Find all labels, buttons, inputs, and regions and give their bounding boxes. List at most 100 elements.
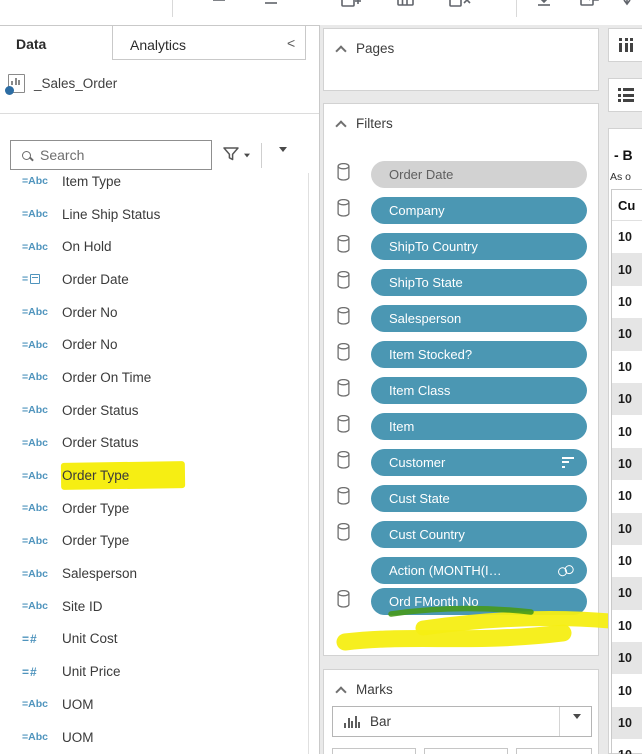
field-row[interactable]: =AbcOrder On Time	[0, 361, 308, 394]
toolbar-button-1[interactable]	[210, 0, 232, 9]
tab-analytics[interactable]: Analytics	[130, 37, 186, 53]
calc-string-icon: =Abc	[22, 241, 62, 253]
calc-string-icon: =Abc	[22, 339, 62, 351]
marks-property-button[interactable]	[332, 748, 416, 754]
table-row[interactable]: 10	[612, 253, 642, 285]
field-label: UOM	[62, 730, 94, 745]
calc-string-icon: =Abc	[22, 371, 62, 383]
pages-title: Pages	[356, 41, 394, 56]
filter-pill[interactable]: Ord FMonth No	[371, 588, 587, 615]
datasource-row[interactable]: _Sales_Order	[8, 74, 117, 93]
field-row[interactable]: =AbcSalesperson	[0, 557, 308, 590]
field-row[interactable]: =AbcOn Hold	[0, 230, 308, 263]
calc-string-icon: =Abc	[22, 404, 62, 416]
table-row[interactable]: 10	[612, 707, 642, 739]
collapse-chevron-icon[interactable]	[335, 45, 346, 56]
tableau-workspace: Data Analytics < _Sales_Order =AbcIt	[0, 0, 642, 754]
field-row[interactable]: =AbcOrder No	[0, 296, 308, 329]
field-row[interactable]: =#Unit Cost	[0, 623, 308, 656]
field-row[interactable]: =#Unit Price	[0, 655, 308, 688]
calc-string-icon: =Abc	[22, 175, 62, 187]
filter-pill[interactable]: Item	[371, 413, 587, 440]
collapse-chevron-icon[interactable]	[335, 120, 346, 131]
filter-pill[interactable]: Cust State	[371, 485, 587, 512]
filter-pill[interactable]: Item Class	[371, 377, 587, 404]
toolbar-button-6[interactable]	[536, 0, 554, 9]
field-row[interactable]: =AbcOrder Status	[0, 427, 308, 460]
filter-pill-label: ShipTo State	[389, 275, 575, 290]
filter-pill[interactable]: Salesperson	[371, 305, 587, 332]
filter-pill-label: ShipTo Country	[389, 239, 575, 254]
table-row[interactable]: 10	[612, 739, 642, 754]
field-label: Order Status	[62, 403, 139, 418]
table-row[interactable]: 10	[612, 286, 642, 318]
tab-data[interactable]: Data	[16, 36, 46, 52]
table-row[interactable]: 10	[612, 480, 642, 512]
filter-pill[interactable]: Order Date	[371, 161, 587, 188]
filter-pill[interactable]: Company	[371, 197, 587, 224]
chevron-down-icon	[573, 719, 581, 737]
table-row[interactable]: 10	[612, 318, 642, 350]
marks-property-button[interactable]	[424, 748, 508, 754]
collapse-pane-icon[interactable]: <	[287, 35, 295, 51]
calc-string-icon: =Abc	[22, 535, 62, 547]
search-box[interactable]	[10, 140, 212, 170]
field-row[interactable]: =AbcSite ID	[0, 590, 308, 623]
table-column-header[interactable]: Cu	[612, 189, 642, 221]
table-row[interactable]: 10	[612, 383, 642, 415]
table-row[interactable]: 10	[612, 513, 642, 545]
filter-pill[interactable]: ShipTo Country	[371, 233, 587, 260]
columns-shelf[interactable]	[608, 28, 642, 62]
marks-title: Marks	[356, 682, 393, 697]
filter-pill-row: Cust Country	[324, 521, 598, 548]
marks-property-button[interactable]	[516, 748, 592, 754]
filter-pill[interactable]: Cust Country	[371, 521, 587, 548]
field-label: Order Type	[62, 533, 129, 548]
datasource-cylinder-icon	[337, 487, 352, 510]
table-row[interactable]: 10	[612, 415, 642, 447]
field-row[interactable]: =AbcOrder No	[0, 328, 308, 361]
field-row[interactable]: =AbcItem Type	[0, 173, 308, 198]
mark-type-dropdown[interactable]: Bar	[332, 706, 592, 737]
toolbar-button-5[interactable]	[448, 0, 472, 9]
field-list-menu-icon[interactable]	[279, 152, 287, 170]
link-icon	[557, 563, 576, 578]
field-row[interactable]: =AbcOrder Type	[0, 525, 308, 558]
table-row[interactable]: 10	[612, 221, 642, 253]
toolbar-button-2[interactable]	[262, 0, 282, 9]
field-row[interactable]: =Order Date	[0, 263, 308, 296]
filter-pill-label: Salesperson	[389, 311, 575, 326]
table-row[interactable]: 10	[612, 642, 642, 674]
table-row[interactable]: 10	[612, 448, 642, 480]
search-icon	[22, 151, 31, 160]
field-row[interactable]: =AbcUOM	[0, 688, 308, 721]
field-row[interactable]: =AbcOrder Type	[0, 492, 308, 525]
rows-shelf[interactable]	[608, 78, 642, 112]
table-row[interactable]: 10	[612, 674, 642, 706]
field-label: Unit Cost	[62, 631, 118, 646]
toolbar-button-7[interactable]	[580, 0, 602, 9]
field-label: Order Status	[62, 435, 139, 450]
field-row[interactable]: =AbcUOM	[0, 721, 308, 754]
filter-pill[interactable]: Action (MONTH(I…	[371, 557, 587, 584]
field-row[interactable]: =AbcOrder Status	[0, 394, 308, 427]
filter-pill[interactable]: Customer	[371, 449, 587, 476]
datasource-cylinder-icon	[337, 343, 352, 366]
field-row[interactable]: =AbcLine Ship Status	[0, 198, 308, 231]
toolbar-button-4[interactable]	[396, 0, 416, 9]
table-row[interactable]: 10	[612, 577, 642, 609]
table-row[interactable]: 10	[612, 351, 642, 383]
filter-pill[interactable]: ShipTo State	[371, 269, 587, 296]
search-input[interactable]	[40, 147, 211, 163]
table-row[interactable]: 10	[612, 610, 642, 642]
toolbar-button-8[interactable]	[622, 0, 640, 9]
toolbar-button-3[interactable]	[340, 0, 364, 9]
table-row[interactable]: 10	[612, 545, 642, 577]
filter-pill[interactable]: Item Stocked?	[371, 341, 587, 368]
field-row[interactable]: =AbcOrder Type	[0, 459, 308, 492]
field-label: Order Type	[62, 501, 129, 516]
scrollbar[interactable]	[308, 173, 309, 754]
sheet-title: - B	[614, 147, 633, 163]
collapse-chevron-icon[interactable]	[335, 686, 346, 697]
filter-fields-icon[interactable]	[222, 145, 251, 162]
